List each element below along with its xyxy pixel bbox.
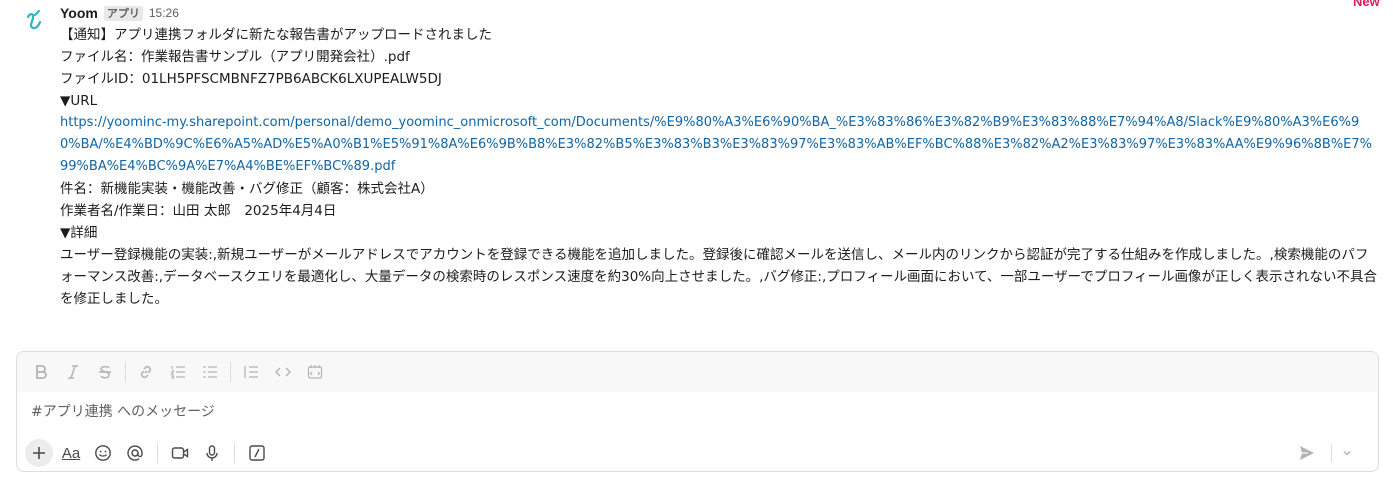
emoji-icon[interactable] [89,439,117,467]
message: Yoom アプリ 15:26 【通知】アプリ連携フォルダに新たな報告書がアップロ… [0,0,1393,340]
detail-heading: ▼詳細 [60,225,98,241]
code-icon[interactable] [269,358,297,386]
notice-line: 【通知】アプリ連携フォルダに新たな報告書がアップロードされました [60,27,492,43]
send-group [1293,438,1360,468]
mention-icon[interactable] [121,439,149,467]
message-header: Yoom アプリ 15:26 [60,3,179,23]
send-divider [1331,444,1332,462]
yoom-avatar-icon[interactable] [22,8,48,34]
chevron-down-icon[interactable] [1338,439,1356,467]
app-badge: アプリ [103,5,143,21]
microphone-icon[interactable] [198,439,226,467]
video-icon[interactable] [166,439,194,467]
formatting-aa-icon[interactable]: Aa [57,439,85,467]
toolbar-divider [157,443,158,463]
message-body: 【通知】アプリ連携フォルダに新たな報告書がアップロードされました ファイル名：作… [60,24,1380,310]
formatting-toolbar [17,352,1378,392]
plus-icon[interactable] [25,439,53,467]
send-icon[interactable] [1293,439,1321,467]
message-input[interactable]: #アプリ連携 へのメッセージ [31,400,1331,424]
bulleted-list-icon[interactable] [196,358,224,386]
sender-name[interactable]: Yoom [60,5,98,21]
fileid-line: ファイルID：01LH5PFSCMBNFZ7PB6ABCK6LXUPEALW5D… [60,71,442,87]
toolbar-divider [125,362,126,382]
composer-actions: Aa [25,438,1370,468]
ordered-list-icon[interactable] [164,358,192,386]
bold-icon[interactable] [27,358,55,386]
message-timestamp[interactable]: 15:26 [149,6,179,20]
italic-icon[interactable] [59,358,87,386]
filename-line: ファイル名：作業報告書サンプル（アプリ開発会社）.pdf [60,49,410,65]
detail-text: ユーザー登録機能の実装:,新規ユーザーがメールアドレスでアカウントを登録できる機… [60,247,1378,307]
toolbar-divider [234,443,235,463]
subject-line: 件名：新機能実装・機能改善・バグ修正（顧客：株式会社A） [60,181,434,197]
link-icon[interactable] [132,358,160,386]
url-heading: ▼URL [60,93,98,109]
code-block-icon[interactable] [301,358,329,386]
strikethrough-icon[interactable] [91,358,119,386]
slash-command-icon[interactable] [243,439,271,467]
blockquote-icon[interactable] [237,358,265,386]
worker-line: 作業者名/作業日：山田 太郎 2025年4月4日 [60,203,337,219]
message-composer: #アプリ連携 へのメッセージ Aa [16,351,1379,472]
toolbar-divider [230,362,231,382]
formatting-aa-label: Aa [61,444,81,462]
sharepoint-link[interactable]: https://yoominc-my.sharepoint.com/person… [60,112,1378,178]
